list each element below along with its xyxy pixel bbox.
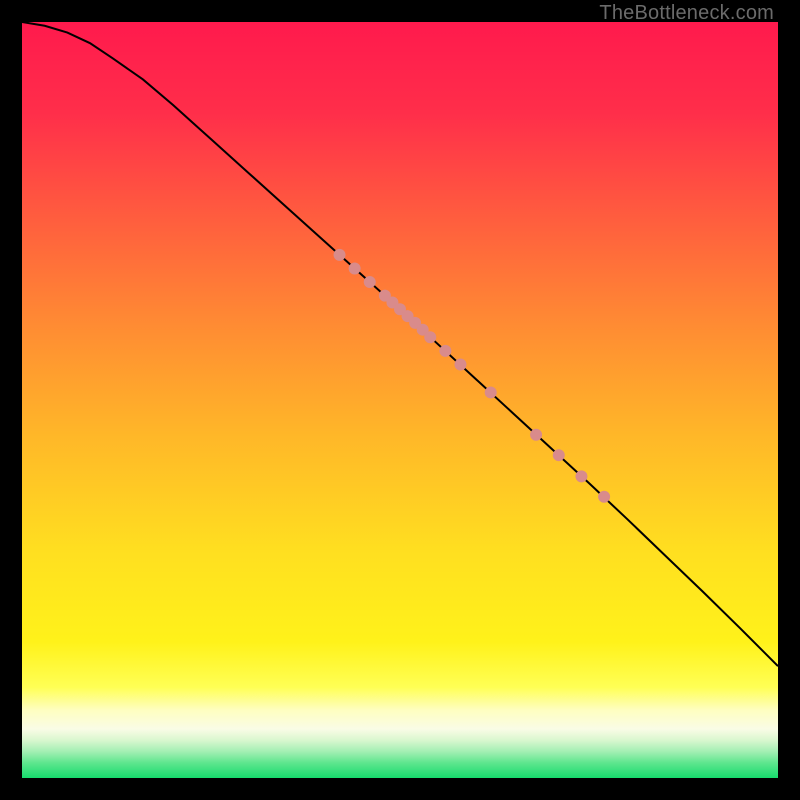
highlight-point (364, 276, 376, 288)
highlight-point (454, 358, 466, 370)
highlight-point (575, 470, 587, 482)
highlight-point (424, 331, 436, 343)
highlight-point (530, 429, 542, 441)
chart-svg (22, 22, 778, 778)
highlight-point (553, 449, 565, 461)
highlight-point (334, 249, 346, 261)
chart-background (22, 22, 778, 778)
highlight-point (485, 386, 497, 398)
highlight-point (349, 262, 361, 274)
highlight-point (439, 345, 451, 357)
chart-frame (22, 22, 778, 778)
highlight-point (598, 491, 610, 503)
